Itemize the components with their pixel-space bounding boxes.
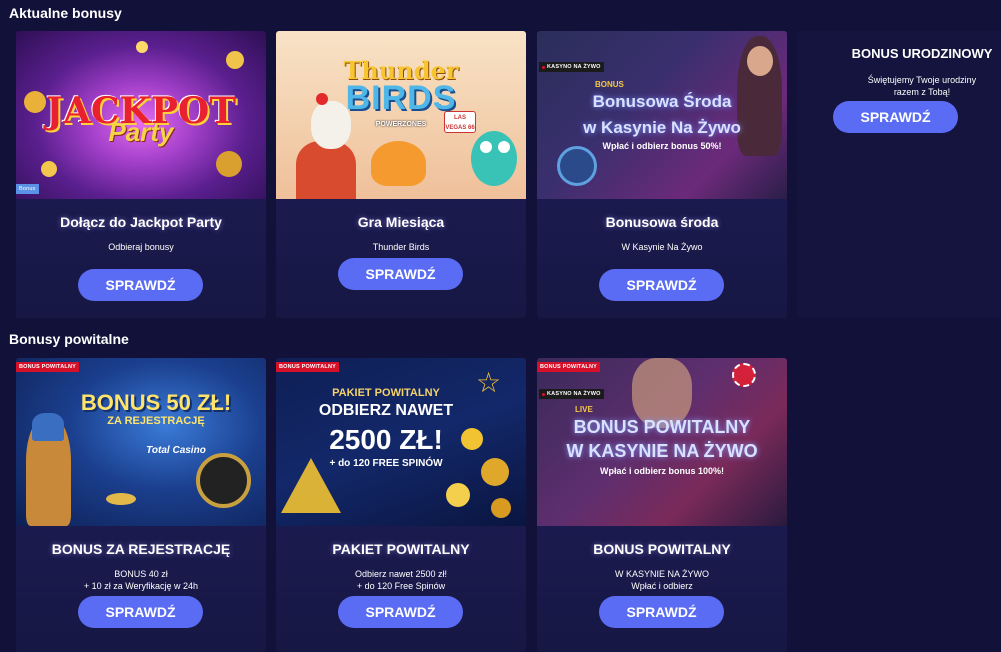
check-button-registration[interactable]: SPRAWDŹ	[78, 596, 203, 628]
banner-sroda-line3: Wpłać i odbierz bonus 50%!	[602, 141, 722, 151]
card-title: BONUS URODZINOWY	[851, 46, 993, 61]
banner-live-line2: W KASYNIE NA ŻYWO	[566, 441, 758, 461]
welcome-bonus-badge: BONUS POWITALNY	[16, 362, 79, 372]
banner-live-line3: Wpłać i odbierz bonus 100%!	[599, 466, 725, 476]
live-casino-badge: KASYNO NA ŻYWO	[539, 62, 604, 72]
banner-pkg-line2: 2500 ZŁ!	[329, 424, 443, 455]
card-title: BONUS POWITALNY	[593, 541, 731, 557]
bonus-card-registration: BONUS POWITALNY BONUS 50 ZŁ! ZA REJESTRA…	[16, 358, 266, 652]
live-casino-badge: KASYNO NA ŻYWO	[539, 389, 604, 399]
card-subtitle-line1: W KASYNIE NA ŻYWO	[614, 569, 709, 579]
card-subtitle-line2: + 10 zł za Weryfikację w 24h	[83, 581, 199, 591]
banner-kicker: BONUS	[595, 80, 624, 89]
banner-sroda-line2: w Kasynie Na Żywo	[583, 118, 741, 137]
card-subtitle-line2: Wpłać i odbierz	[631, 581, 693, 591]
banner-thunder-line2: BIRDS	[345, 79, 457, 117]
card-subtitle-line2: razem z Tobą!	[893, 87, 951, 97]
banner-logo: Total Casino	[146, 445, 206, 456]
bonus-card-jackpot-party: JACKPOT Party Bonus Dołącz do Jackpot Pa…	[16, 31, 266, 318]
section-title-welcome-bonuses: Bonusy powitalne	[9, 331, 129, 347]
banner-jackpot-party[interactable]: JACKPOT Party Bonus	[16, 31, 266, 199]
check-button-bonusowa-sroda[interactable]: SPRAWDŹ	[599, 269, 724, 301]
bonus-card-thunder-birds: LAS VEGAS 66 Thunder BIRDS POWERZONES Gr…	[276, 31, 526, 318]
welcome-bonus-badge: BONUS POWITALNY	[276, 362, 339, 372]
bonus-card-bonusowa-sroda: KASYNO NA ŻYWO BONUS Bonusowa Środa w Ka…	[537, 31, 787, 318]
check-button-birthday[interactable]: SPRAWDŹ	[833, 101, 958, 133]
banner-thunder-birds[interactable]: LAS VEGAS 66 Thunder BIRDS POWERZONES	[276, 31, 526, 199]
banner-live-line1: BONUS POWITALNY	[573, 417, 751, 437]
check-button-jackpot-party[interactable]: SPRAWDŹ	[78, 269, 203, 301]
banner-bonusowa-sroda[interactable]: KASYNO NA ŻYWO BONUS Bonusowa Środa w Ka…	[537, 31, 787, 199]
banner-live-welcome[interactable]: BONUS POWITALNY KASYNO NA ŻYWO LIVE BONU…	[537, 358, 787, 526]
check-button-thunder-birds[interactable]: SPRAWDŹ	[338, 258, 463, 290]
check-button-welcome-package[interactable]: SPRAWDŹ	[338, 596, 463, 628]
banner-pkg-line1: ODBIERZ NAWET	[318, 402, 454, 419]
banner-thunder-line3: POWERZONES	[375, 121, 427, 128]
card-title: PAKIET POWITALNY	[332, 541, 470, 557]
card-subtitle-line2: + do 120 Free Spinów	[356, 581, 446, 591]
banner-registration[interactable]: BONUS POWITALNY BONUS 50 ZŁ! ZA REJESTRA…	[16, 358, 266, 526]
bonus-badge: Bonus	[16, 184, 39, 194]
card-title: Bonusowa środa	[605, 214, 719, 230]
card-subtitle: W Kasynie Na Żywo	[621, 242, 703, 252]
card-subtitle: Thunder Birds	[372, 242, 430, 252]
section-title-current-bonuses: Aktualne bonusy	[9, 5, 122, 21]
bonus-card-birthday: BONUS URODZINOWY Świętujemy Twoje urodzi…	[797, 31, 1001, 318]
check-button-live-welcome[interactable]: SPRAWDŹ	[599, 596, 724, 628]
bonus-card-live-welcome: BONUS POWITALNY KASYNO NA ŻYWO LIVE BONU…	[537, 358, 787, 652]
card-title: BONUS ZA REJESTRACJĘ	[51, 541, 231, 557]
banner-pkg-line0: PAKIET POWITALNY	[332, 387, 440, 399]
banner-reg-line2: ZA REJESTRACJĘ	[107, 415, 205, 427]
card-subtitle-line1: Świętujemy Twoje urodziny	[867, 75, 977, 85]
card-subtitle-line1: Odbierz nawet 2500 zł!	[354, 569, 448, 579]
welcome-bonus-badge: BONUS POWITALNY	[537, 362, 600, 372]
banner-jackpot-line2: Party	[108, 117, 174, 147]
card-title: Dołącz do Jackpot Party	[60, 214, 222, 230]
banner-pkg-line3: + do 120 FREE SPINÓW	[329, 458, 443, 469]
card-title: Gra Miesiąca	[357, 214, 445, 230]
banner-reg-line1: BONUS 50 ZŁ!	[80, 390, 232, 415]
banner-kicker: LIVE	[575, 405, 593, 414]
card-subtitle-line1: BONUS 40 zł	[114, 569, 168, 579]
bonus-card-welcome-package: ☆ BONUS POWITALNY PAKIET POWITALNY ODBIE…	[276, 358, 526, 652]
card-subtitle: Odbieraj bonusy	[108, 242, 174, 252]
banner-sroda-line1: Bonusowa Środa	[592, 92, 732, 111]
banner-welcome-package[interactable]: ☆ BONUS POWITALNY PAKIET POWITALNY ODBIE…	[276, 358, 526, 526]
